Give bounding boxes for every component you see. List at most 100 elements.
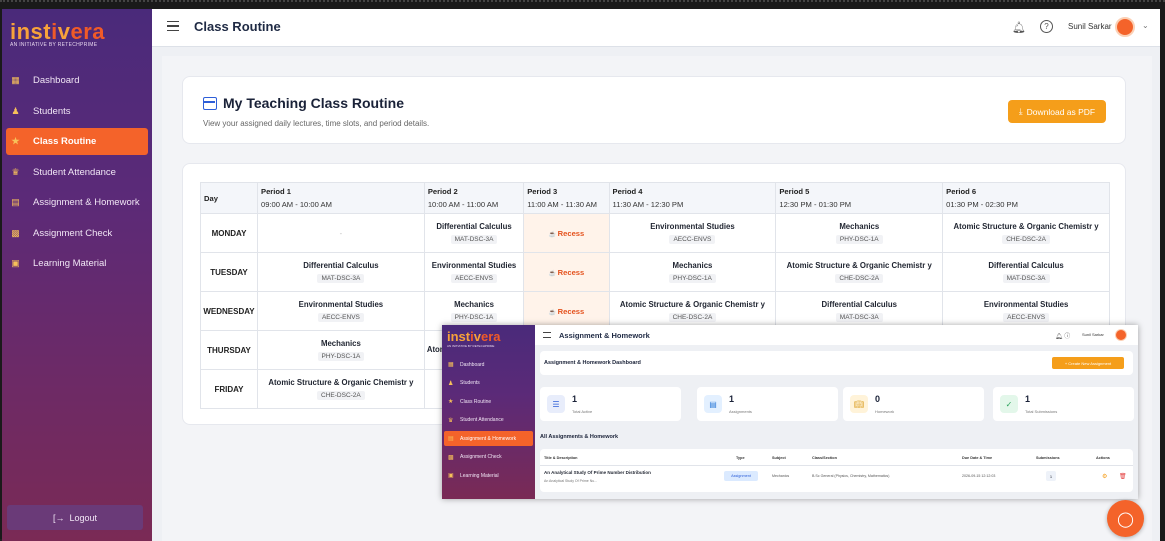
course-code: CHE-DSC-2A: [1002, 235, 1050, 244]
sidebar-item-assignment-homework[interactable]: ▤ Assignment & Homework: [6, 189, 148, 216]
class-routine-icon: ★: [448, 399, 454, 405]
overlay-sidebar-item[interactable]: ▩ Assignment Check: [444, 450, 533, 465]
empty-dash: -: [339, 228, 343, 238]
day-cell: TUESDAY: [200, 252, 258, 292]
table-header-row: Day Period 1 09:00 AM - 10:00 AM Period 2 10…: [200, 182, 1110, 214]
user-name[interactable]: Sunil Sarkar: [1068, 22, 1112, 31]
course-name: Atomic Structure & Organic Chemistr y: [619, 300, 766, 309]
overlay-sidebar-label: Class Routine: [460, 398, 492, 405]
overlay-sidebar-label: Student Attendance: [460, 417, 504, 423]
overlay-sidebar-item[interactable]: ♟ Students: [444, 376, 533, 391]
download-pdf-button[interactable]: ⤓ Download as PDF: [1008, 100, 1106, 123]
stat-value: 1: [729, 394, 735, 404]
overlay-notification-icons[interactable]: 🔔︎ ⓘ: [1055, 331, 1070, 340]
view-icon[interactable]: ⚙: [1102, 473, 1107, 480]
overlay-column-header: Submissions: [1036, 456, 1060, 460]
sidebar-item-dashboard[interactable]: ▦ Dashboard: [6, 67, 148, 94]
course-code: PHY-DSC-1A: [450, 313, 498, 322]
overlay-dashboard-title: Assignment & Homework Dashboard: [544, 360, 641, 366]
overlay-page-title: Assignment & Homework: [559, 331, 650, 340]
overlay-assignments-table: Title & Description Type Subject Class/Sect…: [540, 449, 1133, 492]
overlay-user-name[interactable]: Sunil Sarkar: [1082, 332, 1104, 337]
course-code: CHE-DSC-2A: [317, 391, 365, 400]
period-header: Period 1 09:00 AM - 10:00 AM: [257, 182, 425, 214]
period-name: Period 5: [779, 187, 810, 196]
overlay-sidebar-item[interactable]: ▦ Dashboard: [444, 357, 533, 372]
period-name: Period 2: [427, 187, 458, 196]
period-header: Period 6 01:30 PM - 02:30 PM: [942, 182, 1110, 214]
download-pdf-label: Download as PDF: [1026, 106, 1096, 117]
recess-cell: ☕ Recess: [523, 213, 610, 253]
course-name: Atomic Structure & Organic Chemistr y: [268, 378, 414, 387]
sidebar-item-label: Students: [33, 105, 71, 117]
day-header: Day: [200, 182, 258, 214]
overlay-sidebar-item[interactable]: ♛ Student Attendance: [444, 413, 533, 428]
check-circle-icon: ✓: [1000, 395, 1018, 413]
period-header: Period 4 11:30 AM - 12:30 PM: [608, 182, 777, 214]
overlay-sidebar-nav: ▦ Dashboard ♟ Students ★ Class Routine ♛ Studen…: [442, 357, 535, 487]
class-cell: Environmental Studies AECC-ENVS: [257, 291, 425, 331]
create-assignment-button[interactable]: + Create New Assignment: [1052, 357, 1124, 369]
sidebar-item-learning-material[interactable]: ▣ Learning Material: [6, 250, 148, 277]
sidebar-item-students[interactable]: ♟ Students: [6, 98, 148, 125]
course-name: Differential Calculus: [988, 261, 1064, 270]
period-time: 10:00 AM - 11:00 AM: [427, 200, 499, 209]
window-edge: [1160, 9, 1165, 541]
sidebar-item-label: Dashboard: [33, 75, 80, 86]
notification-bell-icon[interactable]: 🔔︎: [1012, 21, 1026, 34]
overlay-dashboard-header: Assignment & Homework Dashboard + Create…: [540, 351, 1133, 375]
overlay-list-title: All Assignments & Homework: [540, 434, 619, 440]
period-name: Period 1: [261, 187, 291, 196]
overlay-hamburger-icon[interactable]: [543, 332, 551, 338]
course-name: Differential Calculus: [821, 300, 897, 309]
class-cell: Mechanics PHY-DSC-1A: [608, 252, 777, 292]
overlay-sidebar-label: Students: [460, 380, 480, 386]
assignment-due: 2026-09-15 12:12:03: [962, 474, 996, 478]
download-icon: ⤓: [1018, 106, 1023, 116]
hamburger-menu-icon[interactable]: [167, 21, 179, 31]
overlay-avatar[interactable]: [1115, 329, 1127, 341]
chat-bubble-icon[interactable]: ◯: [1107, 500, 1144, 537]
assignment-submissions[interactable]: 1: [1046, 471, 1056, 481]
stat-card: ☰ 1 Total Active: [540, 387, 681, 421]
avatar[interactable]: [1115, 17, 1135, 37]
period-time: 09:00 AM - 10:00 AM: [261, 200, 332, 209]
logout-button[interactable]: [→ Logout: [7, 505, 143, 530]
delete-icon[interactable]: 🗑︎: [1119, 473, 1127, 480]
book-icon: 📖︎: [850, 395, 868, 413]
sidebar-item-label: Student Attendance: [33, 166, 116, 178]
period-header: Period 2 10:00 AM - 11:00 AM: [423, 182, 525, 214]
class-cell: Environmental Studies AECC-ENVS: [608, 213, 777, 253]
recess-label: Recess: [557, 228, 585, 238]
overlay-sidebar-label: Dashboard: [460, 361, 485, 368]
table-row: MONDAY - Differential Calculus MAT-DSC-3A ☕ …: [200, 213, 1110, 253]
chevron-down-icon[interactable]: ⌄: [1142, 21, 1149, 30]
course-name: Mechanics: [672, 261, 713, 270]
sidebar-item-class-routine[interactable]: ★ Class Routine: [6, 128, 148, 155]
overlay-brand-tagline: AN INITIATIVE BY RETECHPRIME: [447, 344, 495, 348]
course-code: MAT-DSC-3A: [835, 313, 883, 322]
help-icon[interactable]: ?: [1040, 20, 1053, 33]
overlay-sidebar-item[interactable]: ▣ Learning Material: [444, 468, 533, 483]
overlay-column-header: Type: [736, 456, 745, 460]
course-code: MAT-DSC-3A: [317, 274, 365, 283]
overlay-sidebar-item[interactable]: ★ Class Routine: [444, 394, 533, 409]
overlay-sidebar-label: Learning Material: [460, 472, 499, 479]
class-cell: Atomic Structure & Organic Chemistr y CHE…: [942, 213, 1110, 253]
course-code: CHE-DSC-2A: [668, 313, 717, 322]
sidebar-item-student-attendance[interactable]: ♛ Student Attendance: [6, 159, 148, 186]
day-cell: MONDAY: [200, 213, 258, 253]
course-code: AECC-ENVS: [669, 235, 716, 244]
course-code: AECC-ENVS: [317, 313, 364, 322]
assignment-description: An Analytical Study Of Prime Nu...: [544, 479, 598, 483]
overlay-sidebar: instivera AN INITIATIVE BY RETECHPRIME ▦…: [442, 325, 535, 499]
overlay-top-bar: Assignment & Homework 🔔︎ ⓘ Sunil Sarkar: [535, 325, 1138, 345]
overlay-column-header: Due Date & Time: [962, 456, 993, 460]
stat-card: ✓ 1 Total Submissions: [993, 387, 1134, 421]
logout-label: Logout: [69, 512, 98, 523]
overlay-sidebar-item[interactable]: ▤ Assignment & Homework: [444, 431, 533, 446]
assignment-class: B.Sc General (Physics, Chemistry, Mathem…: [812, 474, 890, 478]
learning-material-icon: ▣: [11, 258, 20, 268]
assignment-title[interactable]: An Analytical Study Of Prime Number Dist…: [544, 470, 651, 475]
sidebar-item-assignment-check[interactable]: ▩ Assignment Check: [6, 220, 148, 247]
